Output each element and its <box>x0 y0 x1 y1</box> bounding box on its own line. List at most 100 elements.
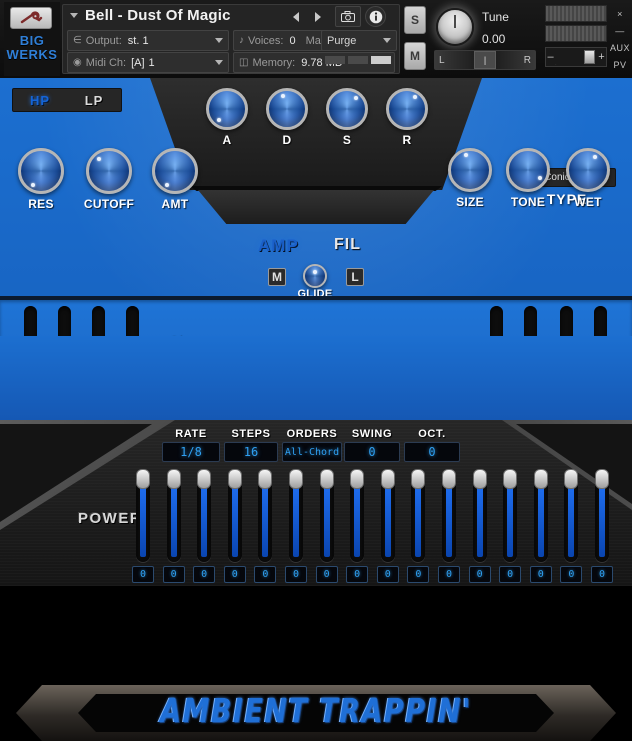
arp-control-value[interactable]: 16 <box>224 442 278 462</box>
volume-slider[interactable]: – + <box>545 47 607 67</box>
mute-button[interactable]: M <box>404 42 426 70</box>
step-slider[interactable] <box>136 469 150 562</box>
step-slider-handle[interactable] <box>564 469 579 490</box>
step-value-box[interactable]: 0 <box>560 566 583 583</box>
amp-tab[interactable]: AMP <box>258 236 299 256</box>
envelope-knob-s[interactable] <box>326 88 368 130</box>
legato-button[interactable]: L <box>346 268 364 286</box>
step-slider-handle[interactable] <box>411 469 426 490</box>
step-slider[interactable] <box>411 469 426 562</box>
step-slider-handle[interactable] <box>350 469 365 490</box>
envelope-knob-a[interactable] <box>206 88 248 130</box>
reverb-knob-size[interactable] <box>448 148 492 192</box>
filter-knob-amt[interactable] <box>152 148 198 194</box>
solo-button[interactable]: S <box>404 6 426 34</box>
arp-control-swing[interactable]: SWING 0 <box>344 428 400 462</box>
tune-knob[interactable] <box>436 8 474 46</box>
step-value-box[interactable]: 0 <box>468 566 491 583</box>
envelope-knob-d[interactable] <box>266 88 308 130</box>
midi-channel-field[interactable]: ◉ Midi Ch: [A] 1 <box>67 52 229 73</box>
step-slider-handle[interactable] <box>227 469 242 490</box>
volume-minus-label[interactable]: – <box>546 51 555 63</box>
volume-handle[interactable] <box>584 50 595 64</box>
step-slider[interactable] <box>350 469 365 562</box>
arp-control-orders[interactable]: ORDERS All-Chord <box>282 428 342 462</box>
step-slider-handle[interactable] <box>380 469 395 490</box>
preset-name[interactable]: Bell - Dust Of Magic <box>85 7 231 24</box>
volume-plus-label[interactable]: + <box>597 51 606 63</box>
volume-track[interactable] <box>555 48 597 66</box>
aux-button[interactable]: AUX <box>608 43 632 53</box>
step-value-box[interactable]: 0 <box>223 566 246 583</box>
arp-control-value[interactable]: 0 <box>404 442 460 462</box>
step-value-box[interactable]: 0 <box>254 566 277 583</box>
step-value-box[interactable]: 0 <box>346 566 369 583</box>
step-value-box[interactable]: 0 <box>499 566 522 583</box>
step-value-box[interactable]: 0 <box>407 566 430 583</box>
arp-control-oct-[interactable]: OCT. 0 <box>404 428 460 462</box>
step-slider[interactable] <box>442 469 456 562</box>
step-value-box[interactable]: 0 <box>376 566 399 583</box>
arp-control-steps[interactable]: STEPS 16 <box>224 428 278 462</box>
arp-control-value[interactable]: 0 <box>344 442 400 462</box>
output-chevron-down-icon[interactable] <box>215 38 223 43</box>
step-value-box[interactable]: 0 <box>193 566 216 583</box>
output-field[interactable]: ∈ Output: st. 1 <box>67 30 229 51</box>
fil-tab[interactable]: FIL <box>334 236 361 254</box>
step-slider[interactable] <box>564 469 579 562</box>
preset-menu-icon[interactable] <box>70 13 78 18</box>
step-slider-handle[interactable] <box>533 469 548 490</box>
step-value-box[interactable]: 0 <box>529 566 552 583</box>
step-slider-handle[interactable] <box>197 469 212 490</box>
step-slider[interactable] <box>595 469 609 562</box>
arp-control-rate[interactable]: RATE 1/8 <box>162 428 220 462</box>
filter-knob-cutoff[interactable] <box>86 148 132 194</box>
wrench-icon[interactable] <box>10 7 52 29</box>
purge-chevron-down-icon[interactable] <box>383 38 391 43</box>
step-slider[interactable] <box>197 469 212 562</box>
step-slider[interactable] <box>380 469 395 562</box>
step-slider-handle[interactable] <box>595 469 609 490</box>
step-slider[interactable] <box>227 469 242 562</box>
midi-chevron-down-icon[interactable] <box>215 60 223 65</box>
preset-next-icon[interactable] <box>315 12 321 22</box>
step-slider-handle[interactable] <box>442 469 456 490</box>
step-slider-handle[interactable] <box>289 469 303 490</box>
purge-button[interactable]: Purge <box>321 30 397 51</box>
mono-button[interactable]: M <box>268 268 286 286</box>
step-value-box[interactable]: 0 <box>591 566 613 583</box>
snapshot-camera-icon[interactable] <box>335 6 361 27</box>
reverb-knob-wet[interactable] <box>566 148 610 192</box>
step-value-box[interactable]: 0 <box>438 566 460 583</box>
preset-prev-icon[interactable] <box>293 12 299 22</box>
close-icon[interactable]: × <box>608 9 632 19</box>
step-slider[interactable] <box>319 469 334 562</box>
envelope-knob-r[interactable] <box>386 88 428 130</box>
arp-control-value[interactable]: 1/8 <box>162 442 220 462</box>
step-value-box[interactable]: 0 <box>315 566 338 583</box>
step-slider[interactable] <box>472 469 487 562</box>
step-slider-handle[interactable] <box>166 469 181 490</box>
step-slider[interactable] <box>503 469 518 562</box>
filter-hp-button[interactable]: HP <box>13 93 67 108</box>
step-slider-handle[interactable] <box>472 469 487 490</box>
reverb-knob-tone[interactable] <box>506 148 550 192</box>
step-value-box[interactable]: 0 <box>285 566 307 583</box>
step-slider[interactable] <box>533 469 548 562</box>
step-value-box[interactable]: 0 <box>162 566 185 583</box>
step-slider-handle[interactable] <box>136 469 150 490</box>
filter-lp-button[interactable]: LP <box>67 93 121 108</box>
step-slider-handle[interactable] <box>319 469 334 490</box>
step-slider[interactable] <box>166 469 181 562</box>
step-value-box[interactable]: 0 <box>132 566 154 583</box>
filter-type-toggle[interactable]: HP LP <box>12 88 122 112</box>
pan-slider[interactable]: L | R <box>434 50 536 70</box>
pv-button[interactable]: PV <box>608 60 632 70</box>
minimize-icon[interactable]: — <box>608 26 632 36</box>
step-slider[interactable] <box>289 469 303 562</box>
glide-knob[interactable] <box>303 264 327 288</box>
step-slider[interactable] <box>258 469 273 562</box>
step-slider-handle[interactable] <box>503 469 518 490</box>
filter-knob-res[interactable] <box>18 148 64 194</box>
pan-handle[interactable]: | <box>474 51 496 69</box>
